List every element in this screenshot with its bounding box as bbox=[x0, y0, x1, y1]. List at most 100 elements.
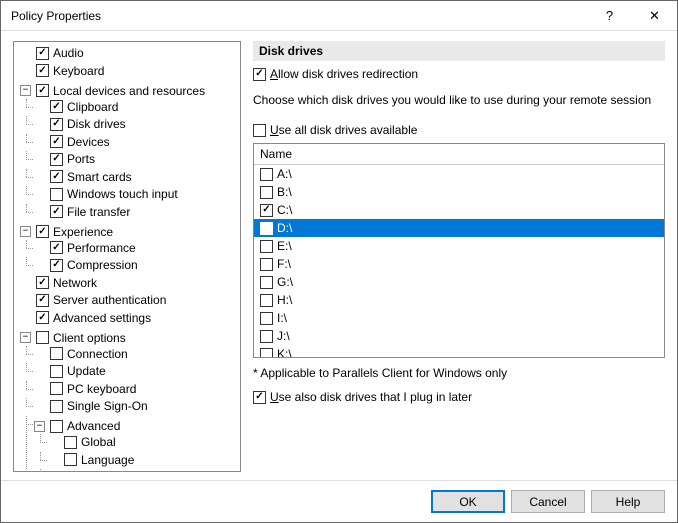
tree-checkbox[interactable] bbox=[36, 294, 49, 307]
drive-row[interactable]: H:\ bbox=[254, 291, 664, 309]
tree-label: Windows touch input bbox=[65, 186, 180, 202]
collapse-icon[interactable]: − bbox=[20, 85, 31, 96]
tree-item[interactable]: −Experience bbox=[20, 224, 115, 240]
tree-item[interactable]: Audio bbox=[20, 45, 86, 61]
tree-checkbox[interactable] bbox=[36, 311, 49, 324]
drive-row[interactable]: F:\ bbox=[254, 255, 664, 273]
collapse-icon[interactable]: − bbox=[20, 332, 31, 343]
tree-checkbox[interactable] bbox=[50, 382, 63, 395]
tree-checkbox[interactable] bbox=[50, 365, 63, 378]
tree-label: Printing bbox=[79, 469, 124, 472]
tree-item[interactable]: Connection bbox=[34, 346, 130, 362]
tree-checkbox[interactable] bbox=[36, 84, 49, 97]
policy-tree[interactable]: Audio Keyboard − Local devices and resource… bbox=[13, 41, 241, 472]
tree-item[interactable]: Clipboard bbox=[34, 99, 120, 115]
drive-checkbox[interactable] bbox=[260, 204, 273, 217]
tree-item[interactable]: Windows touch input bbox=[34, 186, 180, 202]
tree-label: Performance bbox=[65, 240, 138, 256]
drive-checkbox[interactable] bbox=[260, 186, 273, 199]
tree-checkbox[interactable] bbox=[64, 436, 77, 449]
tree-item[interactable]: Smart cards bbox=[34, 169, 134, 185]
drive-checkbox[interactable] bbox=[260, 294, 273, 307]
tree-label: Language bbox=[79, 452, 136, 468]
tree-checkbox[interactable] bbox=[50, 188, 63, 201]
drive-row[interactable]: D:\ bbox=[254, 219, 664, 237]
tree-item[interactable]: File transfer bbox=[34, 204, 132, 220]
tree-checkbox[interactable] bbox=[64, 453, 77, 466]
tree-checkbox[interactable] bbox=[50, 259, 63, 272]
tree-item[interactable]: − Advanced bbox=[34, 418, 122, 434]
tree-checkbox[interactable] bbox=[50, 241, 63, 254]
tree-item[interactable]: − Local devices and resources bbox=[20, 83, 207, 99]
tree-item[interactable]: Network bbox=[20, 275, 99, 291]
tree-item[interactable]: Disk drives bbox=[34, 116, 128, 132]
tree-checkbox[interactable] bbox=[64, 471, 77, 473]
tree-checkbox[interactable] bbox=[36, 64, 49, 77]
ok-button[interactable]: OK bbox=[431, 490, 505, 513]
tree-item[interactable]: PC keyboard bbox=[34, 381, 138, 397]
drive-row[interactable]: G:\ bbox=[254, 273, 664, 291]
tree-item[interactable]: Single Sign-On bbox=[34, 398, 150, 414]
tree-checkbox[interactable] bbox=[36, 225, 49, 238]
tree-item[interactable]: Server authentication bbox=[20, 292, 168, 308]
drive-checkbox[interactable] bbox=[260, 330, 273, 343]
drive-checkbox[interactable] bbox=[260, 312, 273, 325]
allow-redirection-checkbox[interactable] bbox=[253, 68, 266, 81]
tree-item[interactable]: Update bbox=[34, 363, 108, 379]
tree-item[interactable]: Printing bbox=[48, 469, 124, 472]
drive-checkbox[interactable] bbox=[260, 168, 273, 181]
drive-row[interactable]: E:\ bbox=[254, 237, 664, 255]
tree-checkbox[interactable] bbox=[50, 205, 63, 218]
drive-row[interactable]: B:\ bbox=[254, 183, 664, 201]
collapse-icon[interactable]: − bbox=[34, 421, 45, 432]
drive-row[interactable]: J:\ bbox=[254, 327, 664, 345]
drive-checkbox[interactable] bbox=[260, 276, 273, 289]
tree-item[interactable]: Compression bbox=[34, 257, 140, 273]
tree-checkbox[interactable] bbox=[50, 135, 63, 148]
collapse-icon[interactable]: − bbox=[20, 226, 31, 237]
use-all-drives-checkbox[interactable] bbox=[253, 124, 266, 137]
drive-row[interactable]: K:\ bbox=[254, 345, 664, 357]
tree-checkbox[interactable] bbox=[50, 420, 63, 433]
drive-checkbox[interactable] bbox=[260, 348, 273, 358]
tree-item[interactable]: Performance bbox=[34, 240, 138, 256]
plugin-later-option[interactable]: Use also disk drives that I plug in late… bbox=[253, 390, 665, 404]
drive-row[interactable]: A:\ bbox=[254, 165, 664, 183]
tree-item[interactable]: −Client options bbox=[20, 330, 128, 346]
drive-checkbox[interactable] bbox=[260, 240, 273, 253]
drives-header[interactable]: Name bbox=[254, 144, 664, 165]
drive-checkbox[interactable] bbox=[260, 258, 273, 271]
drive-row[interactable]: I:\ bbox=[254, 309, 664, 327]
tree-label: Local devices and resources bbox=[51, 83, 207, 99]
tree-checkbox[interactable] bbox=[50, 400, 63, 413]
tree-checkbox[interactable] bbox=[50, 100, 63, 113]
help-icon[interactable]: ? bbox=[587, 1, 632, 30]
help-button[interactable]: Help bbox=[591, 490, 665, 513]
tree-label: PC keyboard bbox=[65, 381, 138, 397]
tree-item[interactable]: Keyboard bbox=[20, 63, 106, 79]
close-icon[interactable]: ✕ bbox=[632, 1, 677, 30]
plugin-later-checkbox[interactable] bbox=[253, 391, 266, 404]
tree-item[interactable]: Advanced settings bbox=[20, 310, 153, 326]
drive-checkbox[interactable] bbox=[260, 222, 273, 235]
tree-checkbox[interactable] bbox=[50, 170, 63, 183]
tree-checkbox[interactable] bbox=[36, 47, 49, 60]
tree-item[interactable]: Language bbox=[48, 452, 136, 468]
tree-checkbox[interactable] bbox=[36, 331, 49, 344]
tree-label: Advanced bbox=[65, 418, 122, 434]
drives-listbox[interactable]: Name A:\B:\C:\D:\E:\F:\G:\H:\I:\J:\K:\L:… bbox=[253, 143, 665, 358]
drive-row[interactable]: C:\ bbox=[254, 201, 664, 219]
allow-redirection-option[interactable]: Allow disk drives redirection bbox=[253, 67, 665, 81]
tree-checkbox[interactable] bbox=[50, 153, 63, 166]
allow-redirection-label: Allow disk drives redirection bbox=[270, 67, 418, 81]
plugin-later-label: Use also disk drives that I plug in late… bbox=[270, 390, 472, 404]
cancel-button[interactable]: Cancel bbox=[511, 490, 585, 513]
tree-item[interactable]: Ports bbox=[34, 151, 97, 167]
tree-checkbox[interactable] bbox=[50, 118, 63, 131]
tree-checkbox[interactable] bbox=[36, 276, 49, 289]
use-all-drives-option[interactable]: Use all disk drives available bbox=[253, 123, 665, 137]
tree-item[interactable]: Devices bbox=[34, 134, 112, 150]
titlebar[interactable]: Policy Properties ? ✕ bbox=[1, 1, 677, 31]
tree-item[interactable]: Global bbox=[48, 434, 118, 450]
tree-checkbox[interactable] bbox=[50, 347, 63, 360]
